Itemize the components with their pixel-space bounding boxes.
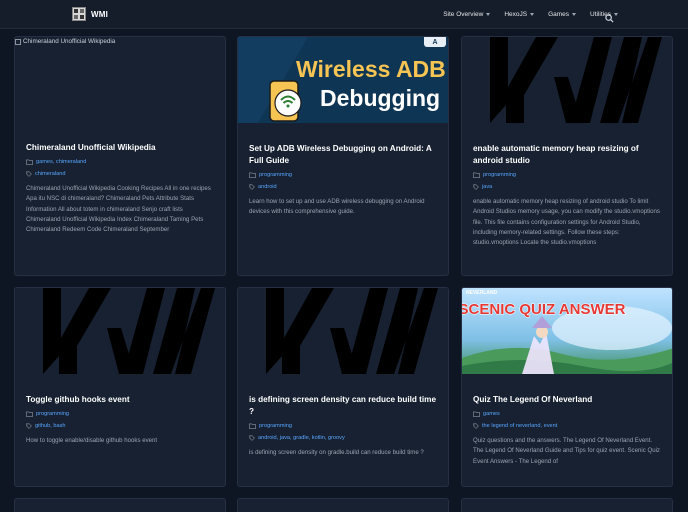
- folder-icon: [473, 172, 480, 178]
- site-logo-image: [15, 288, 225, 374]
- category-links[interactable]: programming: [36, 410, 69, 418]
- nav-item-label: Site Overview: [443, 11, 484, 18]
- banner-line-2: Debugging: [320, 85, 440, 111]
- post-title[interactable]: Set Up ADB Wireless Debugging on Android…: [249, 143, 437, 167]
- search-icon[interactable]: [605, 10, 614, 28]
- post-thumbnail[interactable]: Chimeraland Unofficial Wikipedia: [15, 37, 225, 123]
- navbar: WMI Site Overview HexoJS Games Utilities: [0, 0, 688, 29]
- post-excerpt: How to toggle enable/disable github hook…: [26, 437, 158, 444]
- post-categories: games: [473, 410, 661, 418]
- post-title[interactable]: Quiz The Legend Of Neverland: [473, 394, 661, 406]
- post-title[interactable]: enable automatic memory heap resizing of…: [473, 143, 661, 167]
- folder-icon: [26, 411, 33, 417]
- post-card[interactable]: Toggle github hooks event programming gi…: [14, 287, 226, 487]
- post-excerpt: is defining screen density on gradle.bui…: [249, 449, 424, 456]
- category-links[interactable]: games: [483, 410, 500, 418]
- post-card[interactable]: NEVERLAND SCENIC QUIZ ANSWER Quiz The Le…: [461, 287, 673, 487]
- post-thumbnail[interactable]: NEVERLAND SCENIC QUIZ ANSWER: [462, 288, 672, 374]
- post-card[interactable]: [237, 498, 449, 512]
- post-thumbnail[interactable]: [15, 288, 225, 374]
- post-excerpt: Learn how to set up and use ADB wireless…: [249, 198, 425, 216]
- post-card[interactable]: enable automatic memory heap resizing of…: [461, 36, 673, 276]
- banner-logo: NEVERLAND: [466, 290, 498, 296]
- broken-image-icon: [15, 38, 21, 45]
- post-excerpt: Chimeraland Unofficial Wikipedia Cooking…: [26, 185, 211, 234]
- post-title[interactable]: is defining screen density can reduce bu…: [249, 394, 437, 418]
- svg-text:A: A: [432, 39, 437, 46]
- adb-banner-image: A Wireless ADB Debugging: [238, 37, 448, 123]
- post-card[interactable]: A Wireless ADB Debugging Set Up ADB Wire…: [237, 36, 449, 276]
- post-tags: chimeraland: [26, 170, 214, 178]
- nav-item-games[interactable]: Games: [548, 11, 577, 18]
- tag-links[interactable]: android, java, gradle, kotlin, groovy: [258, 434, 345, 442]
- post-categories: programming: [249, 171, 437, 179]
- site-logo-image: [238, 288, 448, 374]
- post-categories: programming: [249, 422, 437, 430]
- chevron-down-icon: [614, 13, 618, 16]
- post-thumbnail[interactable]: [238, 288, 448, 374]
- tag-links[interactable]: github, bash: [35, 422, 65, 430]
- tag-links[interactable]: java: [482, 183, 492, 191]
- tag-icon: [473, 423, 479, 429]
- tag-icon: [473, 184, 479, 190]
- folder-icon: [26, 159, 33, 165]
- post-categories: programming: [473, 171, 661, 179]
- category-links[interactable]: programming: [483, 171, 516, 179]
- image-alt-text: Chimeraland Unofficial Wikipedia: [23, 38, 116, 45]
- tag-icon: [26, 423, 32, 429]
- post-card[interactable]: Chimeraland Unofficial Wikipedia Chimera…: [14, 36, 226, 276]
- post-title[interactable]: Chimeraland Unofficial Wikipedia: [26, 142, 214, 154]
- post-tags: the legend of neverland, event: [473, 422, 661, 430]
- post-thumbnail[interactable]: A Wireless ADB Debugging: [238, 37, 448, 123]
- folder-icon: [473, 411, 480, 417]
- post-excerpt: enable automatic memory heap resizing of…: [473, 198, 660, 247]
- banner-line-1: Wireless ADB: [296, 56, 446, 82]
- category-links[interactable]: games, chimeraland: [36, 158, 86, 166]
- banner-title: SCENIC QUIZ ANSWER: [462, 301, 626, 318]
- nav-item-label: Games: [548, 11, 570, 18]
- tag-links[interactable]: android: [258, 183, 277, 191]
- nav-item-hexojs[interactable]: HexoJS: [504, 11, 535, 18]
- post-tags: github, bash: [26, 422, 214, 430]
- post-excerpt: Quiz questions and the answers. The Lege…: [473, 437, 660, 465]
- folder-icon: [249, 172, 256, 178]
- post-categories: programming: [26, 410, 214, 418]
- broken-image: Chimeraland Unofficial Wikipedia: [15, 38, 115, 45]
- tag-links[interactable]: the legend of neverland, event: [482, 422, 557, 430]
- post-tags: java: [473, 183, 661, 191]
- nav-item-site-overview[interactable]: Site Overview: [443, 11, 491, 18]
- post-thumbnail[interactable]: [462, 37, 672, 123]
- tag-icon: [249, 184, 255, 190]
- folder-icon: [249, 423, 256, 429]
- post-categories: games, chimeraland: [26, 158, 214, 166]
- tag-icon: [26, 171, 32, 177]
- chevron-down-icon: [486, 13, 491, 16]
- post-title[interactable]: Toggle github hooks event: [26, 394, 214, 406]
- category-links[interactable]: programming: [259, 171, 292, 179]
- nav-menu: Site Overview HexoJS Games Utilities: [429, 0, 618, 29]
- tag-icon: [249, 435, 255, 441]
- brand-logo-icon: [72, 7, 86, 21]
- nav-item-label: HexoJS: [504, 11, 528, 18]
- brand-name: WMI: [91, 9, 109, 19]
- brand-link[interactable]: WMI: [72, 7, 108, 21]
- category-links[interactable]: programming: [259, 422, 292, 430]
- post-tags: android, java, gradle, kotlin, groovy: [249, 434, 437, 442]
- post-tags: android: [249, 183, 437, 191]
- chevron-down-icon: [572, 13, 577, 16]
- post-card[interactable]: [14, 498, 226, 512]
- post-card[interactable]: [461, 498, 673, 512]
- quiz-banner-image: NEVERLAND SCENIC QUIZ ANSWER: [462, 288, 672, 374]
- tag-links[interactable]: chimeraland: [35, 170, 65, 178]
- post-card[interactable]: is defining screen density can reduce bu…: [237, 287, 449, 487]
- chevron-down-icon: [530, 13, 535, 16]
- site-logo-image: [462, 37, 672, 123]
